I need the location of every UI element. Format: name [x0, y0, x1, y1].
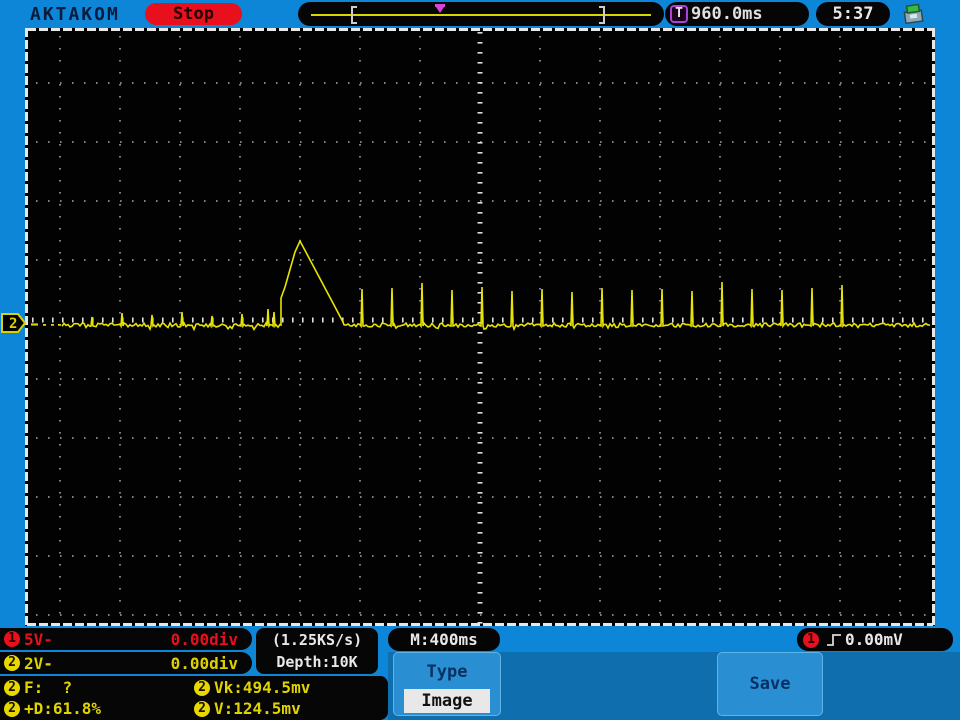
- record-depth: Depth:10K: [276, 653, 358, 671]
- trigger-source-badge: 1: [803, 631, 819, 648]
- type-label: Type: [426, 662, 468, 682]
- meas-ch-badge: 2: [4, 679, 20, 696]
- ch2-offset: 0.00div: [170, 653, 238, 673]
- ch1-scale: 5V-: [24, 629, 53, 649]
- rising-edge-icon: [827, 633, 841, 646]
- measurement-vk: 2 Vk:494.5mv: [194, 678, 310, 697]
- ch1-status-row: 1 5V- 0.00div: [0, 628, 252, 650]
- ch2-scale: 2V-: [24, 653, 53, 673]
- timebase-readout: M:400ms: [388, 628, 500, 651]
- trigger-time-value: 960.0ms: [691, 4, 763, 24]
- type-menu-button[interactable]: Type Image: [393, 652, 501, 716]
- ch1-badge: 1: [4, 631, 20, 647]
- trigger-position-marker[interactable]: [435, 4, 445, 13]
- acquisition-info-box: (1.25KS/s) Depth:10K: [256, 628, 378, 674]
- ch1-offset: 0.00div: [170, 629, 238, 649]
- brand-logo: AKTAKOM: [30, 4, 120, 25]
- meas-ch-badge: 2: [4, 700, 20, 717]
- measurements-panel: 2 F: ? 2 Vk:494.5mv 2 +D:61.8% 2 V:124.5…: [0, 676, 388, 720]
- trigger-level-value: 0.00mV: [845, 630, 903, 649]
- measurement-duty: 2 +D:61.8%: [4, 699, 194, 718]
- meas-ch-badge: 2: [194, 679, 210, 696]
- clock-readout: 5:37: [816, 2, 890, 26]
- ch2-badge: 2: [4, 655, 20, 671]
- type-selected-value[interactable]: Image: [404, 689, 490, 713]
- ch2-position-marker[interactable]: 2: [1, 311, 28, 339]
- save-button[interactable]: Save: [717, 652, 823, 716]
- graticule: [25, 28, 935, 626]
- meas-ch-badge: 2: [194, 700, 210, 717]
- measurement-v: 2 V:124.5mv: [194, 699, 301, 718]
- storage-device-icon: [900, 1, 929, 30]
- measurement-freq: 2 F: ?: [4, 678, 194, 697]
- graticule-display: [25, 28, 935, 626]
- horizontal-position-scrollbar[interactable]: [298, 2, 664, 26]
- run-state-button[interactable]: Stop: [145, 3, 242, 25]
- ch2-status-row: 2 2V- 0.00div: [0, 652, 252, 674]
- trigger-status-readout: 1 0.00mV: [797, 628, 953, 651]
- ch2-marker-label: 2: [9, 316, 17, 332]
- save-label: Save: [749, 674, 791, 694]
- scrollbar-graphic: [311, 4, 651, 24]
- sample-rate: (1.25KS/s): [271, 631, 363, 649]
- trigger-t-icon: T: [670, 5, 688, 23]
- trigger-time-readout: T 960.0ms: [665, 2, 809, 26]
- oscilloscope-screen: AKTAKOM Stop T 960.0ms 5:37 2 1 5V- 0.00…: [0, 0, 960, 720]
